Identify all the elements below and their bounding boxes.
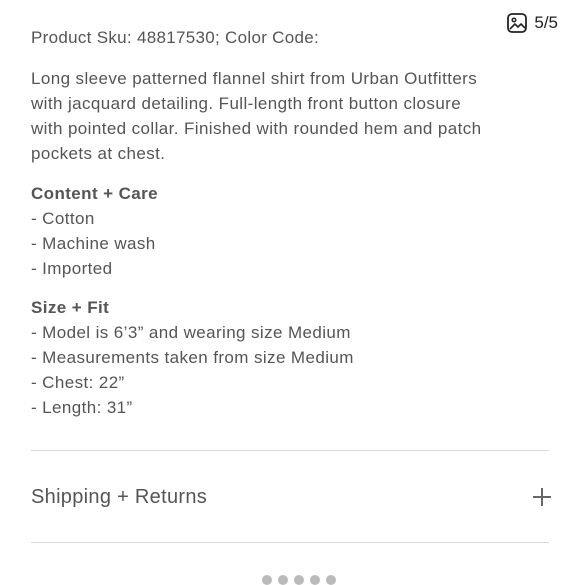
carousel-dot[interactable] bbox=[310, 575, 320, 585]
carousel-dot[interactable] bbox=[278, 575, 288, 585]
divider bbox=[31, 450, 549, 451]
shipping-returns-accordion[interactable]: Shipping + Returns bbox=[31, 474, 551, 520]
shipping-returns-label: Shipping + Returns bbox=[31, 485, 208, 508]
image-counter-text: 5/5 bbox=[534, 13, 558, 32]
size-fit-section: Size + Fit - Model is 6’3” and wearing s… bbox=[31, 295, 354, 420]
carousel-dot[interactable] bbox=[294, 575, 304, 585]
list-item: - Model is 6’3” and wearing size Medium bbox=[31, 323, 351, 342]
list-item: - Imported bbox=[31, 259, 113, 278]
divider bbox=[31, 542, 549, 543]
list-item: - Length: 31” bbox=[31, 398, 133, 417]
size-fit-heading: Size + Fit bbox=[31, 298, 110, 317]
product-description: Long sleeve patterned flannel shirt from… bbox=[31, 69, 482, 163]
content-care-list: - Cotton - Machine wash - Imported bbox=[31, 206, 158, 281]
list-item: - Measurements taken from size Medium bbox=[31, 348, 354, 367]
list-item: - Chest: 22” bbox=[31, 373, 125, 392]
content-care-heading: Content + Care bbox=[31, 184, 158, 203]
image-icon bbox=[507, 13, 528, 33]
carousel-dot[interactable] bbox=[262, 575, 272, 585]
list-item: - Cotton bbox=[31, 209, 95, 228]
image-counter[interactable]: 5/5 bbox=[506, 10, 558, 36]
carousel-dots[interactable] bbox=[262, 575, 336, 585]
list-item: - Machine wash bbox=[31, 234, 156, 253]
product-sku-line: Product Sku: 48817530; Color Code: bbox=[31, 28, 320, 47]
carousel-dot[interactable] bbox=[326, 575, 336, 585]
size-fit-list: - Model is 6’3” and wearing size Medium … bbox=[31, 320, 354, 420]
plus-icon[interactable] bbox=[533, 488, 551, 506]
content-care-section: Content + Care - Cotton - Machine wash -… bbox=[31, 181, 158, 281]
